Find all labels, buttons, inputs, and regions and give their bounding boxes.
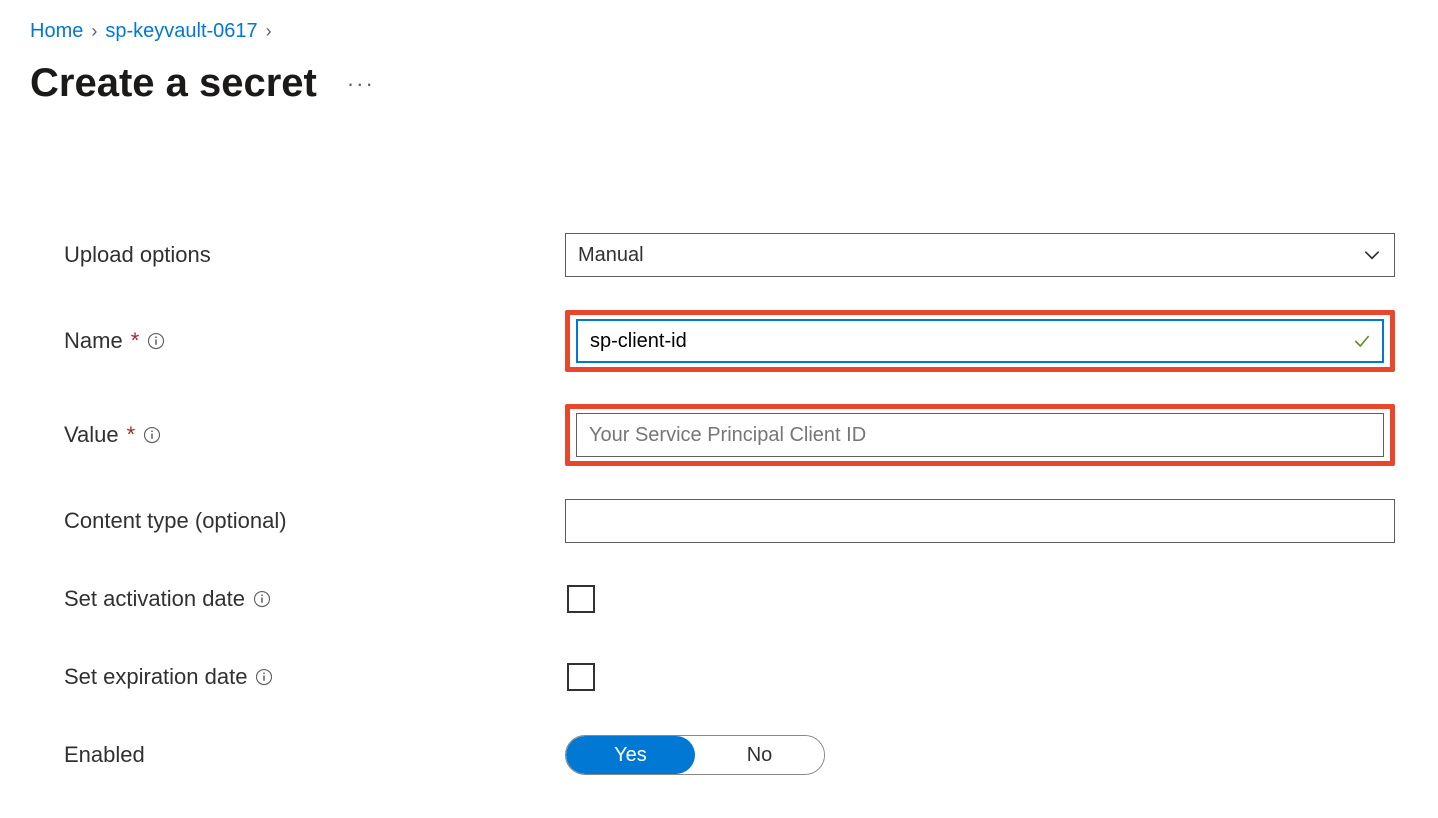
row-content-type: Content type (optional) [30,482,1408,560]
activation-date-checkbox[interactable] [567,585,595,613]
label-activation-date: Set activation date [30,586,565,612]
chevron-right-icon: › [91,21,97,42]
label-text: Set expiration date [64,664,247,690]
breadcrumb-home[interactable]: Home [30,20,83,43]
check-icon [1352,331,1372,351]
label-name: Name * [30,328,565,354]
more-actions-button[interactable]: ··· [347,71,375,97]
chevron-down-icon [1362,245,1382,265]
label-text: Enabled [64,742,145,768]
label-enabled: Enabled [30,742,565,768]
expiration-date-checkbox[interactable] [567,663,595,691]
title-row: Create a secret ··· [30,61,1408,106]
label-text: Value [64,422,119,448]
row-enabled: Enabled Yes No [30,716,1408,794]
label-text: Name [64,328,123,354]
page-title: Create a secret [30,61,317,106]
row-upload-options: Upload options Manual [30,216,1408,294]
breadcrumb: Home › sp-keyvault-0617 › [30,20,1408,43]
row-name: Name * [30,294,1408,388]
info-icon[interactable] [255,668,273,686]
value-input[interactable] [576,413,1384,457]
name-input[interactable] [576,319,1384,363]
row-value: Value * [30,388,1408,482]
chevron-right-icon: › [266,21,272,42]
required-mark: * [131,328,140,354]
row-expiration-date: Set expiration date [30,638,1408,716]
label-value: Value * [30,422,565,448]
upload-options-dropdown[interactable]: Manual [565,233,1395,277]
info-icon[interactable] [147,332,165,350]
enabled-yes[interactable]: Yes [566,736,695,774]
dropdown-value: Manual [578,244,644,267]
breadcrumb-resource[interactable]: sp-keyvault-0617 [105,20,257,43]
enabled-toggle: Yes No [565,735,825,775]
info-icon[interactable] [253,590,271,608]
label-text: Content type (optional) [64,508,287,534]
label-expiration-date: Set expiration date [30,664,565,690]
label-upload-options: Upload options [30,242,565,268]
label-text: Upload options [64,242,211,268]
enabled-no[interactable]: No [695,736,824,774]
label-content-type: Content type (optional) [30,508,565,534]
row-activation-date: Set activation date [30,560,1408,638]
highlight-value [565,404,1395,466]
info-icon[interactable] [143,426,161,444]
required-mark: * [127,422,136,448]
content-type-input[interactable] [565,499,1395,543]
label-text: Set activation date [64,586,245,612]
highlight-name [565,310,1395,372]
